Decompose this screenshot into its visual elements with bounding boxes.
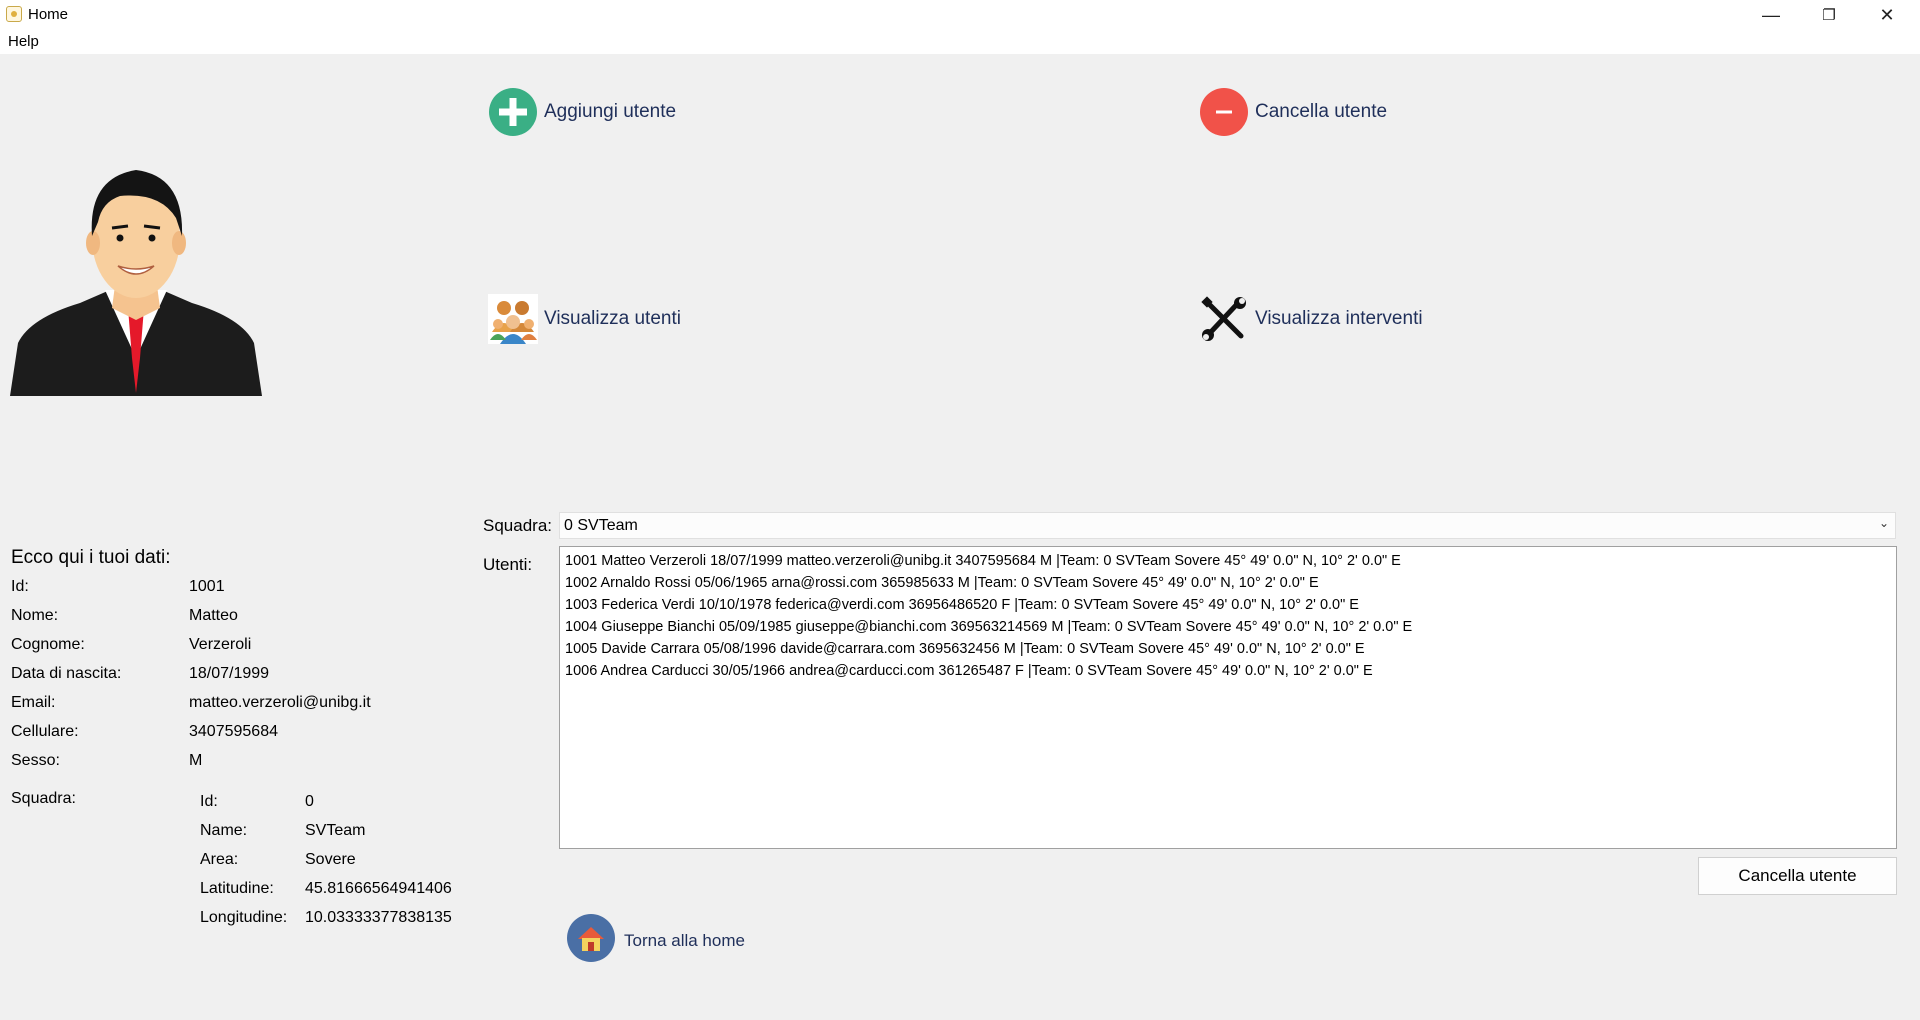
restore-button[interactable]: ❐: [1800, 0, 1858, 30]
view-interventions-action[interactable]: Visualizza interventi: [1199, 294, 1423, 344]
delete-user-action[interactable]: Cancella utente: [1199, 87, 1387, 137]
id-label: Id:: [11, 578, 29, 595]
view-users-label: Visualizza utenti: [544, 308, 681, 329]
phone-label: Cellulare:: [11, 723, 79, 740]
view-interventions-label: Visualizza interventi: [1255, 308, 1423, 329]
tools-icon: [1199, 294, 1249, 344]
nome-label: Nome:: [11, 607, 59, 624]
sex-label: Sesso:: [11, 752, 60, 769]
title-bar: Home — ❐ ✕: [0, 0, 1920, 30]
list-item[interactable]: 1003 Federica Verdi 10/10/1978 federica@…: [565, 594, 1891, 616]
cognome-value: Verzeroli: [189, 636, 252, 653]
chevron-down-icon: ⌄: [1878, 516, 1889, 530]
add-user-action[interactable]: Aggiungi utente: [488, 87, 676, 137]
user-avatar: [10, 158, 262, 396]
users-group-icon: [488, 294, 538, 344]
team-lat-value: 45.81666564941406: [305, 880, 452, 897]
squadra-select[interactable]: 0 SVTeam ⌄: [559, 512, 1896, 539]
view-users-action[interactable]: Visualizza utenti: [488, 294, 681, 344]
profile-title: Ecco qui i tuoi dati:: [11, 547, 171, 568]
list-item[interactable]: 1002 Arnaldo Rossi 05/06/1965 arna@rossi…: [565, 572, 1891, 594]
id-value: 1001: [189, 578, 225, 595]
team-name-value: SVTeam: [305, 822, 366, 839]
team-lon-value: 10.03333377838135: [305, 909, 452, 926]
phone-value: 3407595684: [189, 723, 278, 740]
birthdate-label: Data di nascita:: [11, 665, 122, 682]
window-title: Home: [28, 6, 69, 23]
list-item[interactable]: 1004 Giuseppe Bianchi 05/09/1985 giusepp…: [565, 616, 1891, 638]
sex-value: M: [189, 752, 203, 769]
plus-circle-icon: [488, 87, 538, 137]
delete-user-button[interactable]: Cancella utente: [1698, 857, 1897, 895]
team-id-value: 0: [305, 793, 314, 810]
team-area-value: Sovere: [305, 851, 356, 868]
close-button[interactable]: ✕: [1858, 0, 1916, 30]
users-list[interactable]: 1001 Matteo Verzeroli 18/07/1999 matteo.…: [559, 546, 1897, 849]
menu-help[interactable]: Help: [8, 33, 39, 50]
email-label: Email:: [11, 694, 56, 711]
add-user-label: Aggiungi utente: [544, 101, 677, 122]
team-id-label: Id:: [200, 793, 218, 810]
app-icon: [6, 6, 22, 22]
minimize-button[interactable]: —: [1742, 0, 1800, 30]
email-value: matteo.verzeroli@unibg.it: [189, 694, 371, 711]
nome-value: Matteo: [189, 607, 238, 624]
birthdate-value: 18/07/1999: [189, 665, 270, 682]
list-item[interactable]: 1005 Davide Carrara 05/08/1996 davide@ca…: [565, 638, 1891, 660]
utenti-label: Utenti:: [483, 555, 533, 574]
delete-user-label: Cancella utente: [1255, 101, 1388, 122]
team-lat-label: Latitudine:: [200, 880, 274, 897]
team-section-label: Squadra:: [11, 790, 76, 807]
team-lon-label: Longitudine:: [200, 909, 288, 926]
squadra-selected-value: 0 SVTeam: [564, 516, 638, 534]
cognome-label: Cognome:: [11, 636, 85, 653]
menu-bar: Help: [0, 30, 1920, 54]
team-area-label: Area:: [200, 851, 239, 868]
minus-circle-icon: [1199, 87, 1249, 137]
squadra-label: Squadra:: [483, 516, 552, 535]
back-home-link[interactable]: Torna alla home: [566, 913, 745, 968]
list-item[interactable]: 1001 Matteo Verzeroli 18/07/1999 matteo.…: [565, 550, 1891, 572]
list-item[interactable]: 1006 Andrea Carducci 30/05/1966 andrea@c…: [565, 660, 1891, 682]
home-icon: [566, 913, 616, 968]
back-home-label: Torna alla home: [624, 930, 745, 950]
team-name-label: Name:: [200, 822, 248, 839]
